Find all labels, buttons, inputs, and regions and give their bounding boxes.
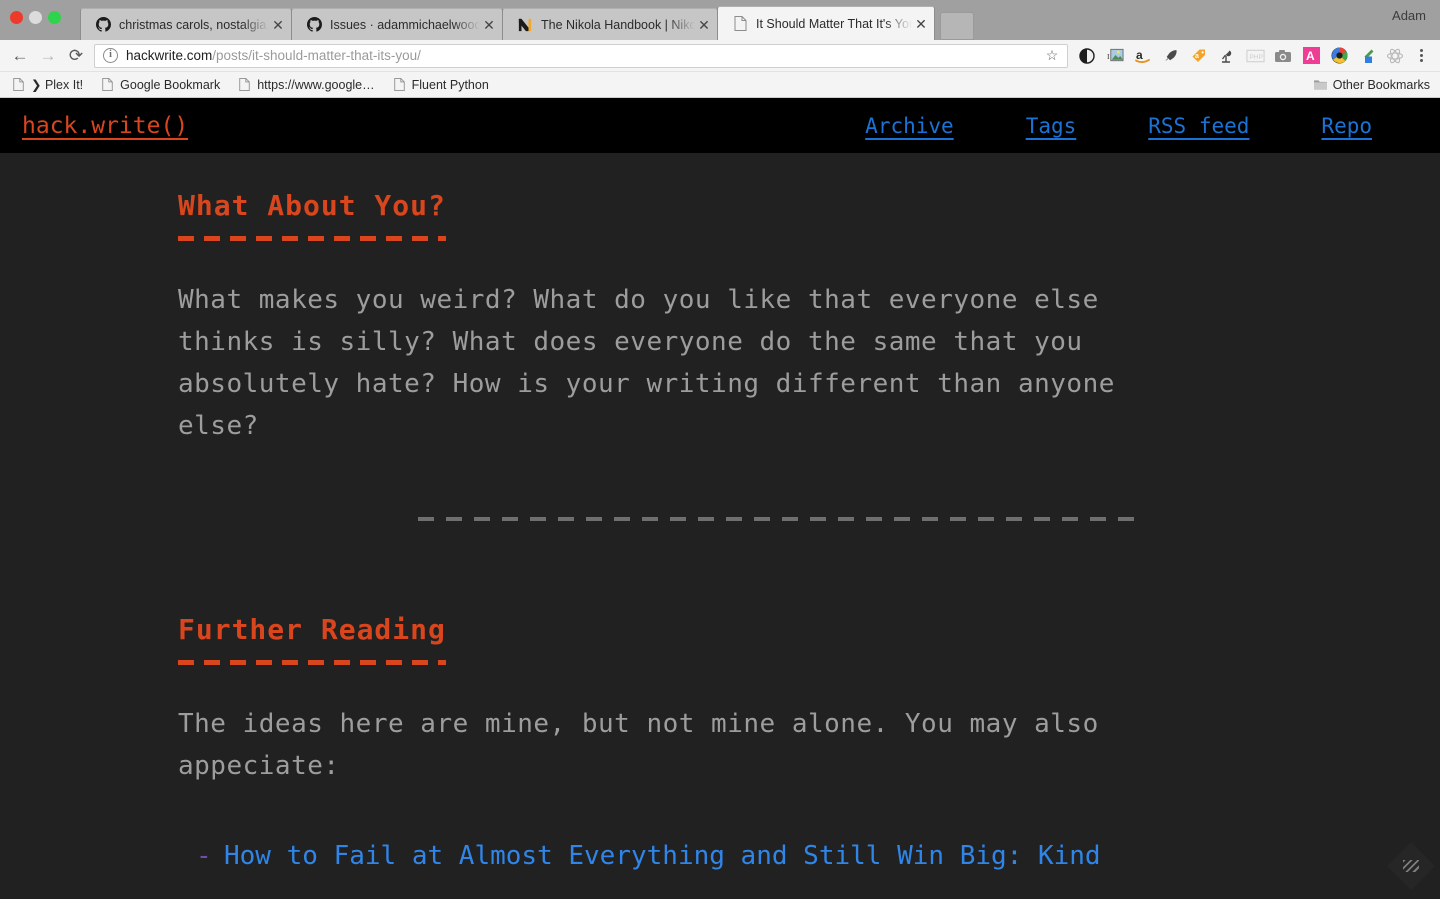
nav-link-tags[interactable]: Tags: [1026, 114, 1077, 138]
eyedropper-extension-icon[interactable]: [1354, 43, 1380, 69]
forward-button[interactable]: →: [34, 43, 62, 69]
browser-chrome: Adam christmas carols, nostalgia, ho ✕ I…: [0, 0, 1440, 98]
browser-menu-button[interactable]: [1410, 43, 1432, 69]
image-extension-icon[interactable]: I: [1102, 43, 1128, 69]
php-extension-icon[interactable]: PHP: [1242, 43, 1268, 69]
url-text: hackwrite.com/posts/it-should-matter-tha…: [126, 48, 1041, 63]
nav-link-rss-feed[interactable]: RSS feed: [1148, 114, 1249, 138]
bookmark-item[interactable]: Fluent Python: [393, 77, 489, 92]
amazon-extension-icon[interactable]: a: [1130, 43, 1156, 69]
window-controls: [10, 11, 61, 24]
camera-extension-icon[interactable]: [1270, 43, 1296, 69]
bookmarks-bar: ❯ Plex It! Google Bookmark https://www.g…: [0, 72, 1440, 98]
window-close-button[interactable]: [10, 11, 23, 24]
address-bar[interactable]: i hackwrite.com/posts/it-should-matter-t…: [94, 43, 1068, 68]
github-icon: [306, 17, 322, 33]
tab-title: Issues · adammichaelwood/ada: [330, 17, 480, 32]
rocket-extension-icon[interactable]: [1158, 43, 1184, 69]
folder-icon: [1313, 77, 1327, 92]
browser-toolbar: ← → ⟳ i hackwrite.com/posts/it-should-ma…: [0, 40, 1440, 72]
react-extension-icon[interactable]: [1382, 43, 1408, 69]
bookmark-label: Google Bookmark: [120, 77, 221, 92]
price-tag-extension-icon[interactable]: a: [1186, 43, 1212, 69]
contrast-extension-icon[interactable]: [1074, 43, 1100, 69]
svg-text:PHP: PHP: [1249, 53, 1263, 60]
site-brand-link[interactable]: hack.write(): [22, 113, 188, 139]
nav-link-repo[interactable]: Repo: [1321, 114, 1372, 138]
url-path: /posts/it-should-matter-that-its-you/: [212, 48, 421, 63]
bookmark-item[interactable]: https://www.google…: [238, 77, 375, 92]
tab-close-icon[interactable]: ✕: [269, 16, 287, 34]
browser-tab-2[interactable]: Issues · adammichaelwood/ada ✕: [291, 8, 503, 40]
site-info-icon[interactable]: i: [103, 48, 118, 63]
nav-link-archive[interactable]: Archive: [865, 114, 954, 138]
tab-close-icon[interactable]: ✕: [695, 16, 713, 34]
tab-strip: Adam christmas carols, nostalgia, ho ✕ I…: [0, 0, 1440, 40]
github-icon: [95, 17, 111, 33]
svg-text:a: a: [1136, 48, 1143, 62]
lamp-extension-icon[interactable]: [1214, 43, 1240, 69]
browser-tab-1[interactable]: christmas carols, nostalgia, ho ✕: [80, 8, 292, 40]
web-page: hack.write() Archive Tags RSS feed Repo …: [0, 98, 1440, 899]
section-heading-what-about-you: What About You?: [178, 189, 446, 222]
page-icon: [393, 77, 406, 92]
url-host: hackwrite.com: [126, 48, 213, 63]
further-reading-list: - How to Fail at Almost Everything and S…: [178, 835, 1380, 877]
page-icon: [12, 77, 25, 92]
article-content: What About You? What makes you weird? Wh…: [0, 153, 1440, 877]
svg-text:a: a: [1195, 53, 1199, 60]
page-icon: [238, 77, 251, 92]
tab-close-icon[interactable]: ✕: [480, 16, 498, 34]
nikola-icon: [517, 17, 533, 33]
bookmark-label: ❯ Plex It!: [31, 78, 84, 92]
back-button[interactable]: ←: [6, 43, 34, 69]
bookmark-item[interactable]: ❯ Plex It!: [12, 77, 83, 92]
window-minimize-button[interactable]: [29, 11, 42, 24]
page-icon: [732, 16, 748, 32]
other-bookmarks-button[interactable]: Other Bookmarks: [1313, 77, 1430, 92]
list-item[interactable]: - How to Fail at Almost Everything and S…: [178, 835, 1380, 877]
color-picker-extension-icon[interactable]: [1326, 43, 1352, 69]
bookmark-item[interactable]: Google Bookmark: [101, 77, 220, 92]
window-zoom-button[interactable]: [48, 11, 61, 24]
list-bullet-dash: -: [196, 841, 212, 871]
new-tab-button[interactable]: [940, 12, 974, 40]
tab-close-icon[interactable]: ✕: [912, 15, 930, 33]
profile-name-label[interactable]: Adam: [1392, 8, 1426, 23]
tab-title: It Should Matter That It's You: [756, 16, 912, 31]
site-header: hack.write() Archive Tags RSS feed Repo: [0, 98, 1440, 153]
tab-title: christmas carols, nostalgia, ho: [119, 17, 269, 32]
browser-tab-4-active[interactable]: It Should Matter That It's You ✕: [717, 6, 935, 40]
svg-text:I: I: [1107, 52, 1110, 61]
page-icon: [101, 77, 114, 92]
grammarly-extension-icon[interactable]: A: [1298, 43, 1324, 69]
tab-list: christmas carols, nostalgia, ho ✕ Issues…: [80, 0, 974, 40]
tab-title: The Nikola Handbook | Nikola: [541, 17, 695, 32]
bookmark-label: Fluent Python: [411, 77, 489, 92]
site-nav: Archive Tags RSS feed Repo: [865, 114, 1372, 138]
svg-text:A: A: [1306, 49, 1315, 63]
bookmark-star-icon[interactable]: ☆: [1041, 45, 1063, 67]
paragraph-further-reading: The ideas here are mine, but not mine al…: [178, 709, 1099, 781]
further-reading-link[interactable]: How to Fail at Almost Everything and Sti…: [224, 841, 1101, 871]
reload-button[interactable]: ⟳: [62, 43, 90, 69]
browser-tab-3[interactable]: The Nikola Handbook | Nikola ✕: [502, 8, 718, 40]
extension-icons: I a a PHP A: [1074, 43, 1408, 69]
paragraph-what-about-you: What makes you weird? What do you like t…: [178, 285, 1115, 441]
other-bookmarks-label: Other Bookmarks: [1332, 77, 1430, 92]
bookmark-label: https://www.google…: [257, 77, 375, 92]
section-heading-further-reading: Further Reading: [178, 613, 446, 646]
